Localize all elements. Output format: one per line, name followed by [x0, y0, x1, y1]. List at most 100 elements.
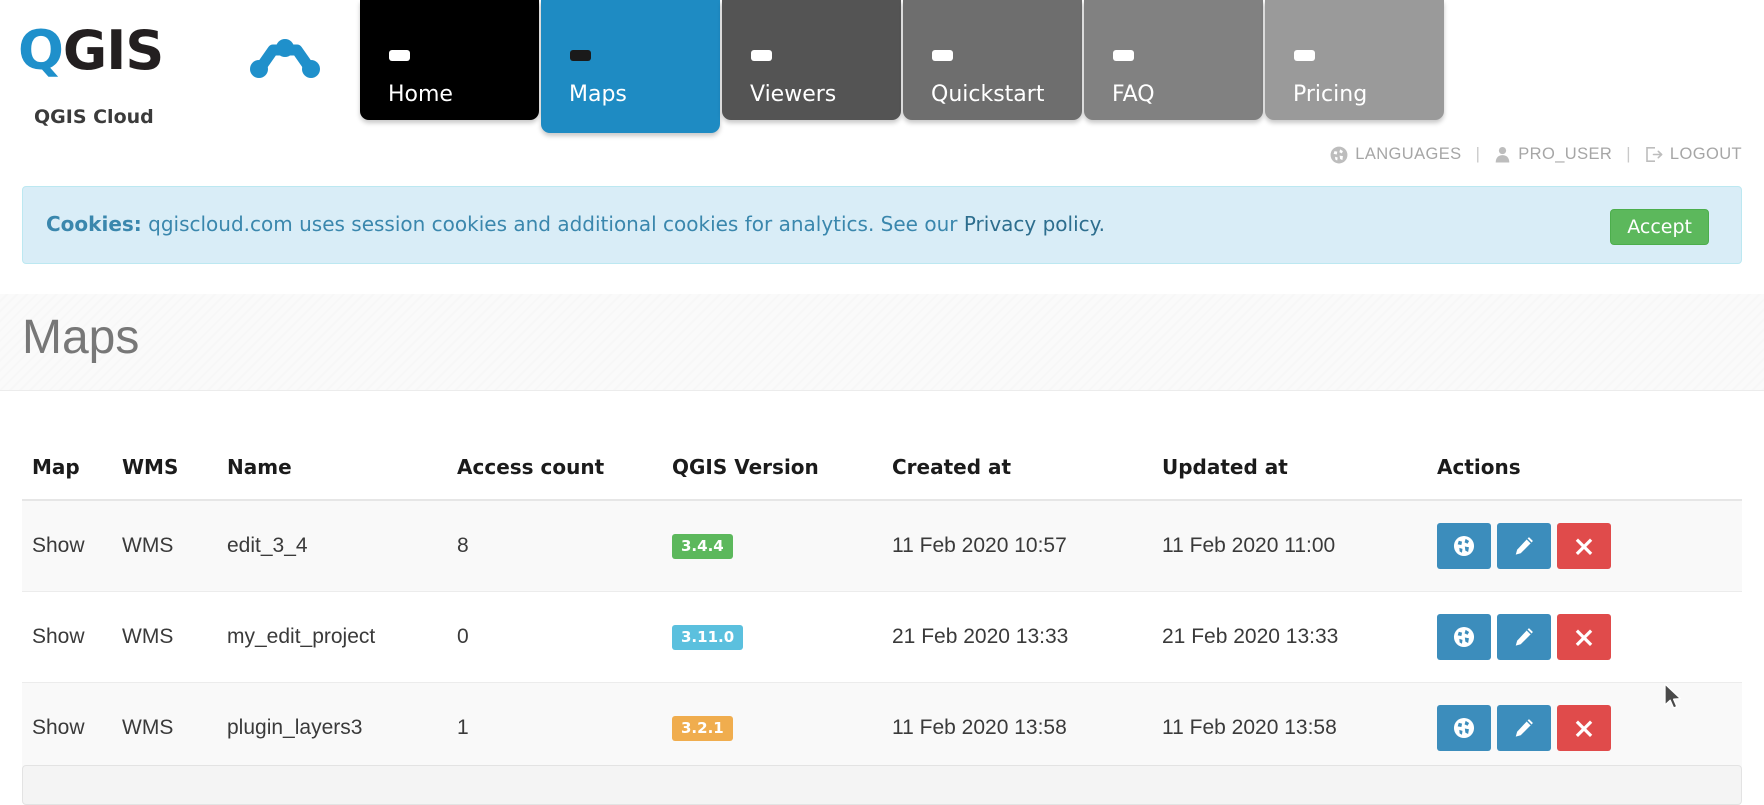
logo-letters-gis: GIS	[62, 19, 164, 82]
pencil-icon	[1515, 628, 1533, 646]
cell-name: edit_3_4	[227, 500, 457, 592]
column-header-access-count: Access count	[457, 455, 672, 501]
user-account-link[interactable]: PRO_USER	[1494, 145, 1612, 164]
nav-tab-viewers[interactable]: Viewers	[722, 0, 901, 120]
cookie-banner: Cookies: qgiscloud.com uses session cook…	[22, 186, 1742, 264]
main-navigation: Home Maps Viewers Quickstart FAQ Pricing	[360, 0, 1446, 133]
site-header: QGIS QGIS Cloud Home Maps Viewers Quicks…	[0, 0, 1764, 163]
column-header-actions: Actions	[1437, 455, 1742, 501]
logo-letter-q: Q	[18, 19, 64, 82]
cell-updated-at: 11 Feb 2020 11:00	[1162, 500, 1437, 592]
nav-tab-label: Pricing	[1293, 82, 1368, 107]
dash-icon	[932, 50, 953, 61]
dash-icon	[389, 50, 410, 61]
cell-access-count: 1	[457, 682, 672, 774]
brand-subtitle: QGIS Cloud	[34, 106, 154, 128]
version-badge: 3.11.0	[672, 625, 744, 650]
page-title: Maps	[22, 311, 140, 364]
cell-created-at: 21 Feb 2020 13:33	[892, 591, 1162, 683]
maps-table-container: Map WMS Name Access count QGIS Version C…	[22, 455, 1742, 774]
dash-icon	[570, 50, 591, 61]
languages-link[interactable]: LANGUAGES	[1330, 145, 1461, 164]
qgis-wordmark: QGIS	[18, 19, 164, 82]
edit-map-button[interactable]	[1497, 705, 1551, 751]
nav-tab-label: Maps	[569, 82, 627, 107]
cell-map: Show	[22, 591, 122, 683]
cookie-label: Cookies:	[46, 212, 142, 236]
accept-cookies-button[interactable]: Accept	[1610, 209, 1709, 245]
close-icon	[1575, 629, 1593, 646]
qgis-logo: QGIS	[18, 19, 320, 82]
delete-map-button[interactable]	[1557, 523, 1611, 569]
publish-globe-button[interactable]	[1437, 614, 1491, 660]
globe-icon	[1453, 717, 1475, 739]
cell-updated-at: 11 Feb 2020 13:58	[1162, 682, 1437, 774]
column-header-map: Map	[22, 455, 122, 501]
cell-wms: WMS	[122, 500, 227, 592]
pencil-icon	[1515, 537, 1533, 555]
cell-access-count: 0	[457, 591, 672, 683]
delete-map-button[interactable]	[1557, 705, 1611, 751]
show-map-link[interactable]: Show	[32, 534, 85, 557]
nav-tab-label: Quickstart	[931, 82, 1045, 107]
dash-icon	[1113, 50, 1134, 61]
column-header-created-at: Created at	[892, 455, 1162, 501]
show-map-link[interactable]: Show	[32, 625, 85, 648]
logout-link[interactable]: LOGOUT	[1645, 145, 1742, 164]
mouse-cursor	[1664, 683, 1682, 709]
column-header-wms: WMS	[122, 455, 227, 501]
cell-wms: WMS	[122, 591, 227, 683]
close-icon	[1575, 720, 1593, 737]
maps-table: Map WMS Name Access count QGIS Version C…	[22, 455, 1742, 774]
privacy-policy-link[interactable]: Privacy policy.	[964, 212, 1105, 236]
edit-map-button[interactable]	[1497, 614, 1551, 660]
table-header-row: Map WMS Name Access count QGIS Version C…	[22, 455, 1742, 501]
cell-access-count: 8	[457, 500, 672, 592]
cell-qgis-version: 3.2.1	[672, 682, 892, 774]
nav-tab-quickstart[interactable]: Quickstart	[903, 0, 1082, 120]
cell-qgis-version: 3.4.4	[672, 500, 892, 592]
logout-label: LOGOUT	[1669, 145, 1742, 163]
globe-icon	[1453, 535, 1475, 557]
cell-map: Show	[22, 500, 122, 592]
nav-tab-pricing[interactable]: Pricing	[1265, 0, 1444, 120]
row-actions	[1437, 705, 1742, 751]
qgis-node-mark-icon	[250, 39, 320, 78]
show-map-link[interactable]: Show	[32, 716, 85, 739]
maps-table-head: Map WMS Name Access count QGIS Version C…	[22, 455, 1742, 501]
brand-logo-block[interactable]: QGIS QGIS Cloud	[18, 19, 320, 128]
nav-tab-label: Home	[388, 82, 453, 107]
version-badge: 3.4.4	[672, 534, 733, 559]
column-header-qgis-version: QGIS Version	[672, 455, 892, 501]
wms-link[interactable]: WMS	[122, 625, 173, 648]
nav-tab-faq[interactable]: FAQ	[1084, 0, 1263, 120]
column-header-updated-at: Updated at	[1162, 455, 1437, 501]
userbar-separator: |	[1626, 145, 1631, 163]
cell-updated-at: 21 Feb 2020 13:33	[1162, 591, 1437, 683]
wms-link[interactable]: WMS	[122, 534, 173, 557]
nav-tab-maps[interactable]: Maps	[541, 0, 720, 133]
cell-actions	[1437, 682, 1742, 774]
user-icon	[1494, 146, 1511, 163]
footer-panel	[22, 765, 1742, 805]
cell-qgis-version: 3.11.0	[672, 591, 892, 683]
column-header-name: Name	[227, 455, 457, 501]
publish-globe-button[interactable]	[1437, 705, 1491, 751]
nav-tab-home[interactable]: Home	[360, 0, 539, 120]
row-actions	[1437, 523, 1742, 569]
dash-icon	[1294, 50, 1315, 61]
cell-actions	[1437, 500, 1742, 592]
cell-created-at: 11 Feb 2020 10:57	[892, 500, 1162, 592]
cell-name: my_edit_project	[227, 591, 457, 683]
user-utility-bar: LANGUAGES | PRO_USER | LOGOUT	[1330, 145, 1742, 164]
cell-name: plugin_layers3	[227, 682, 457, 774]
userbar-separator: |	[1475, 145, 1481, 163]
publish-globe-button[interactable]	[1437, 523, 1491, 569]
globe-icon	[1330, 146, 1348, 164]
delete-map-button[interactable]	[1557, 614, 1611, 660]
wms-link[interactable]: WMS	[122, 716, 173, 739]
logout-icon	[1645, 146, 1663, 163]
edit-map-button[interactable]	[1497, 523, 1551, 569]
globe-icon	[1453, 626, 1475, 648]
close-icon	[1575, 538, 1593, 555]
